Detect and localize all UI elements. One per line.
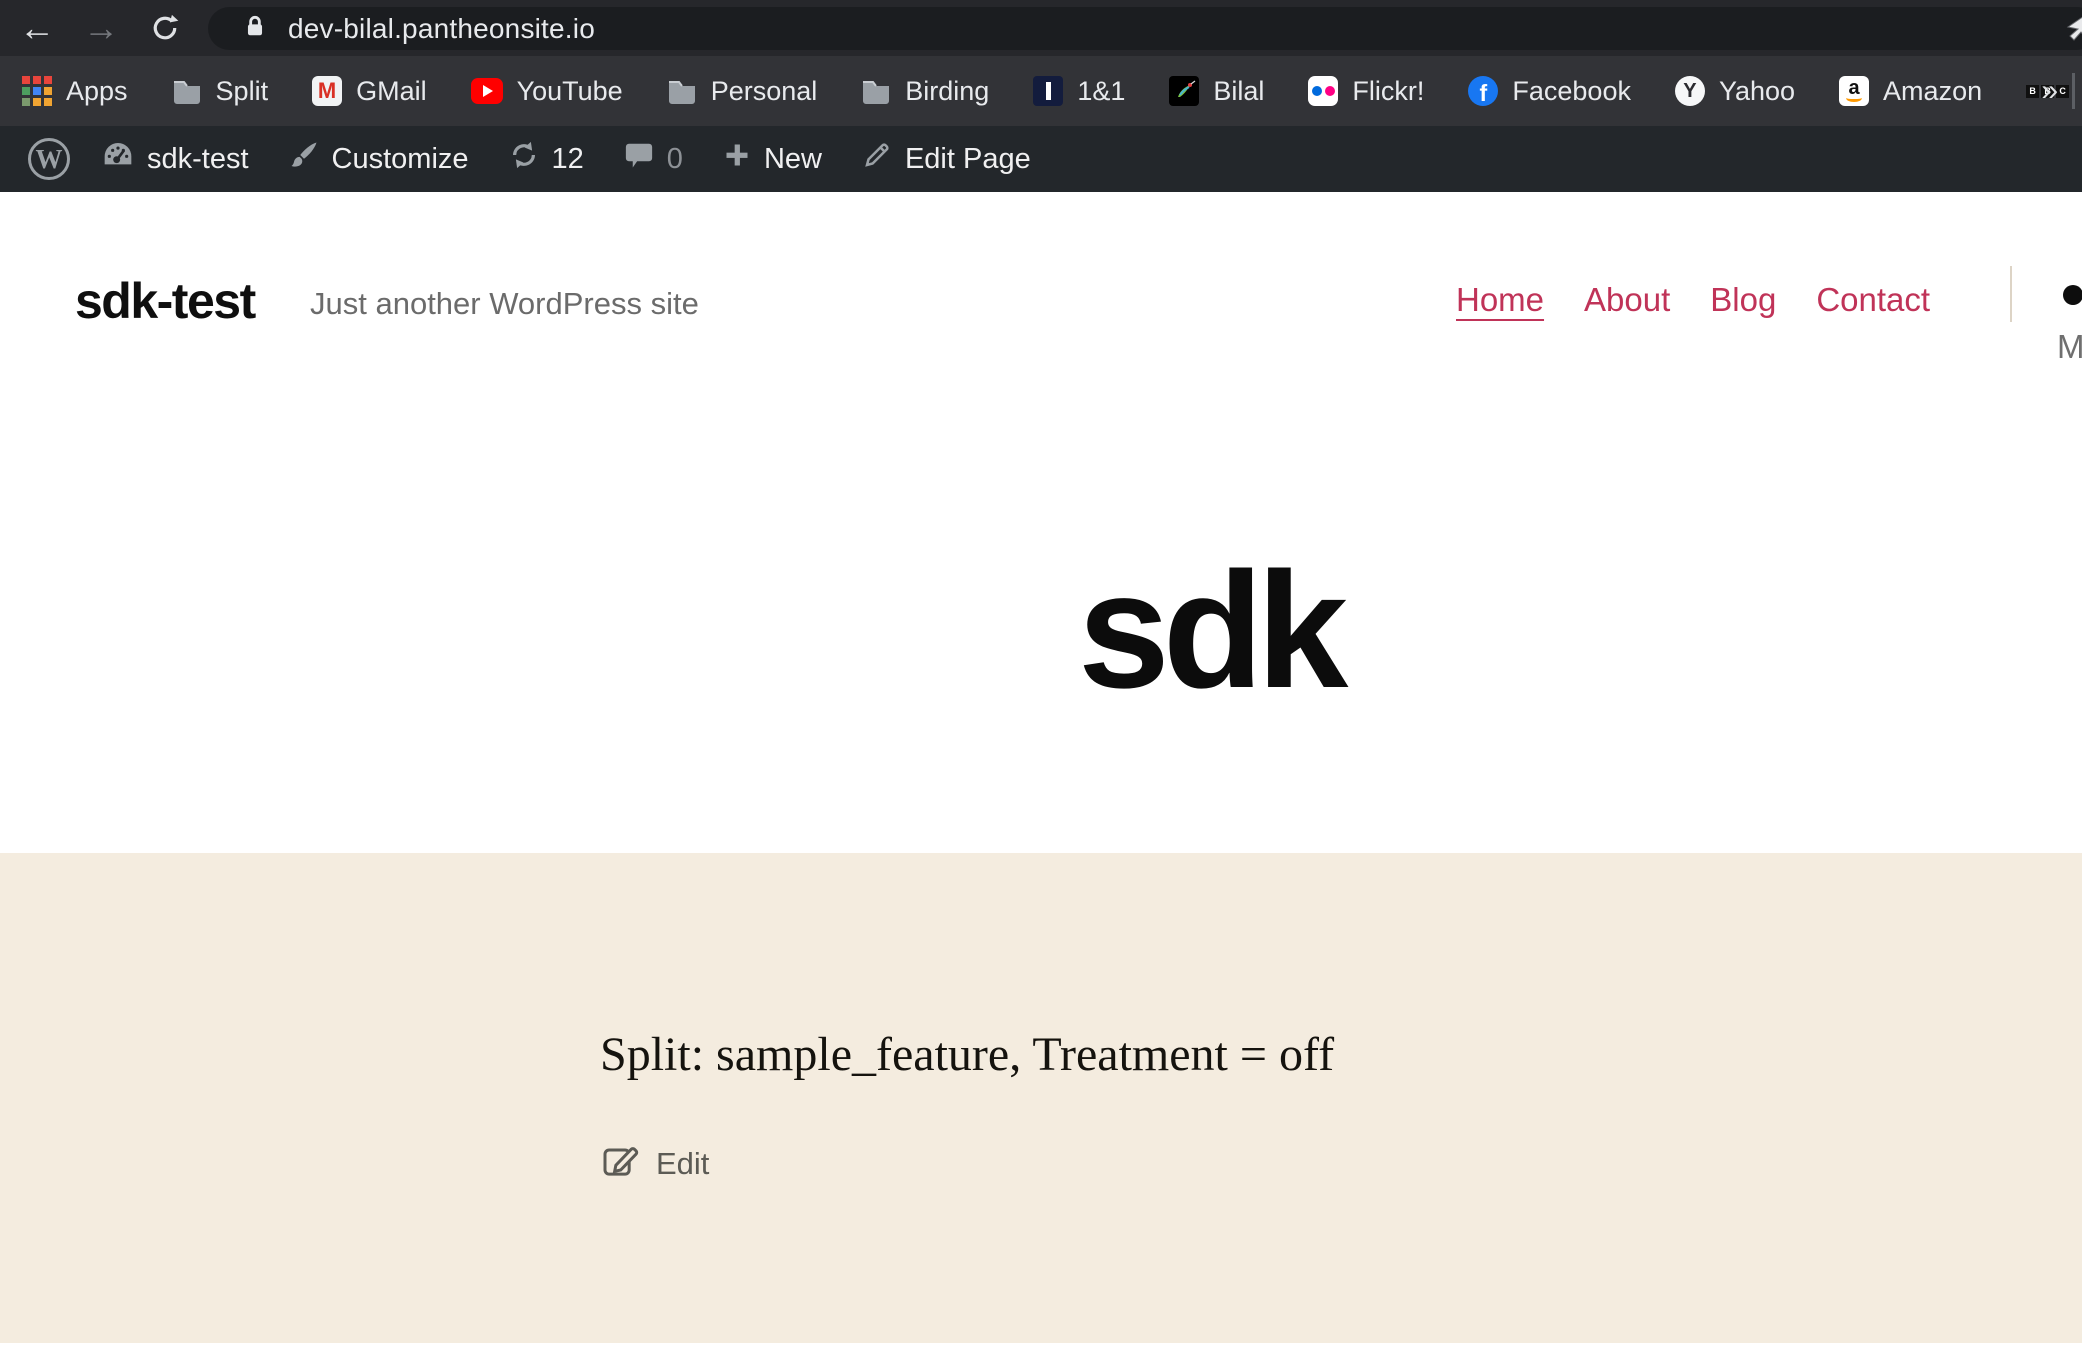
- wp-edit-page[interactable]: Edit Page: [842, 126, 1051, 192]
- nav-link-about[interactable]: About: [1584, 283, 1670, 316]
- bookmark-label: Flickr!: [1352, 76, 1424, 107]
- bookmark-label: Apps: [66, 76, 128, 107]
- wp-logo-menu[interactable]: W: [16, 126, 82, 192]
- bookmark-label: GMail: [356, 76, 427, 107]
- split-feature-section: [0, 853, 2082, 1343]
- wp-comments-count: 0: [667, 143, 683, 176]
- youtube-icon: [471, 78, 503, 104]
- wordpress-logo-icon: W: [28, 138, 70, 180]
- bookmark-label: Birding: [905, 76, 989, 107]
- wp-updates[interactable]: 12: [489, 126, 604, 192]
- wp-admin-bar: W sdk-test: [0, 126, 2082, 192]
- wp-new[interactable]: New: [703, 126, 842, 192]
- wp-new-label: New: [764, 143, 822, 176]
- bookmark-amazon[interactable]: a Amazon: [1839, 76, 1982, 107]
- bookmark-label: Bilal: [1213, 76, 1264, 107]
- screenshot-frame: ← → dev-bilal.pantheonsite.io: [0, 0, 2082, 1364]
- dashboard-gauge-icon: [102, 139, 134, 179]
- bookmark-youtube[interactable]: YouTube: [471, 76, 623, 107]
- wp-updates-count: 12: [552, 143, 584, 176]
- bookmark-label: YouTube: [517, 76, 623, 107]
- site-title[interactable]: sdk-test: [75, 276, 255, 326]
- wp-site-name[interactable]: sdk-test: [82, 126, 269, 192]
- bookmark-flickr[interactable]: Flickr!: [1308, 76, 1424, 107]
- bookmark-label: 1&1: [1077, 76, 1125, 107]
- wp-customize-label: Customize: [332, 143, 469, 176]
- bookmark-apps[interactable]: Apps: [22, 76, 128, 107]
- edit-link-label: Edit: [656, 1146, 709, 1182]
- nav-link-home[interactable]: Home: [1456, 283, 1544, 316]
- apps-grid-icon: [22, 76, 52, 106]
- bookmark-folder-personal[interactable]: Personal: [667, 76, 818, 107]
- nav-link-contact[interactable]: Contact: [1816, 283, 1930, 316]
- reload-icon[interactable]: [142, 0, 188, 56]
- folder-icon: [861, 78, 891, 104]
- plus-icon: [723, 141, 751, 177]
- header-divider: [2010, 266, 2012, 322]
- hummingbird-icon: [1169, 76, 1199, 106]
- yahoo-icon: Y: [1675, 76, 1705, 106]
- amazon-icon: a: [1839, 76, 1869, 106]
- edit-link[interactable]: Edit: [600, 1140, 709, 1188]
- url-text: dev-bilal.pantheonsite.io: [288, 13, 595, 45]
- wp-comments[interactable]: 0: [604, 126, 703, 192]
- bookmark-facebook[interactable]: f Facebook: [1468, 76, 1631, 107]
- header-cutoff-text[interactable]: M: [2057, 330, 2082, 363]
- bookmark-gmail[interactable]: M GMail: [312, 76, 427, 107]
- folder-icon: [172, 78, 202, 104]
- bookmark-bilal[interactable]: Bilal: [1169, 76, 1264, 107]
- bookmark-yahoo[interactable]: Y Yahoo: [1675, 76, 1795, 107]
- primary-nav: Home About Blog Contact: [1456, 283, 1930, 316]
- lock-icon[interactable]: [242, 13, 268, 44]
- bookmarks-overflow-chevron-icon[interactable]: »: [2041, 56, 2058, 126]
- oneandone-icon: [1033, 76, 1063, 106]
- bookmark-label: Amazon: [1883, 76, 1982, 107]
- paintbrush-icon: [289, 140, 319, 178]
- wp-customize[interactable]: Customize: [269, 126, 489, 192]
- address-bar[interactable]: dev-bilal.pantheonsite.io: [208, 7, 2082, 50]
- facebook-icon: f: [1468, 76, 1498, 106]
- bookmark-label: Yahoo: [1719, 76, 1795, 107]
- split-status-text: Split: sample_feature, Treatment = off: [600, 1026, 1334, 1084]
- edit-square-pencil-icon: [600, 1140, 640, 1188]
- back-icon[interactable]: ←: [14, 0, 60, 56]
- bookmark-oneandone[interactable]: 1&1: [1033, 76, 1125, 107]
- bookmark-label: Facebook: [1512, 76, 1631, 107]
- comment-bubble-icon: [624, 140, 654, 178]
- bookmark-label: Split: [216, 76, 269, 107]
- nav-link-blog[interactable]: Blog: [1710, 283, 1776, 316]
- pencil-icon: [862, 140, 892, 178]
- forward-icon[interactable]: →: [78, 0, 124, 56]
- gmail-icon: M: [312, 76, 342, 106]
- site-logo-text[interactable]: sdk: [1078, 548, 1341, 713]
- bookmarks-bar: Apps Split M GMail YouTube Personal: [0, 56, 2082, 126]
- bookmark-folder-birding[interactable]: Birding: [861, 76, 989, 107]
- header-cutoff-dot[interactable]: [2063, 285, 2082, 305]
- wp-site-name-label: sdk-test: [147, 143, 249, 176]
- site-tagline: Just another WordPress site: [310, 288, 699, 319]
- wp-edit-page-label: Edit Page: [905, 143, 1031, 176]
- update-arrows-icon: [509, 140, 539, 178]
- bookmark-label: Personal: [711, 76, 818, 107]
- bookmark-folder-split[interactable]: Split: [172, 76, 269, 107]
- folder-icon: [667, 78, 697, 104]
- cursor-pointer: [2066, 14, 2082, 49]
- flickr-icon: [1308, 76, 1338, 106]
- browser-toolbar: ← → dev-bilal.pantheonsite.io: [0, 0, 2082, 56]
- bookmarks-bar-divider: [2072, 73, 2075, 109]
